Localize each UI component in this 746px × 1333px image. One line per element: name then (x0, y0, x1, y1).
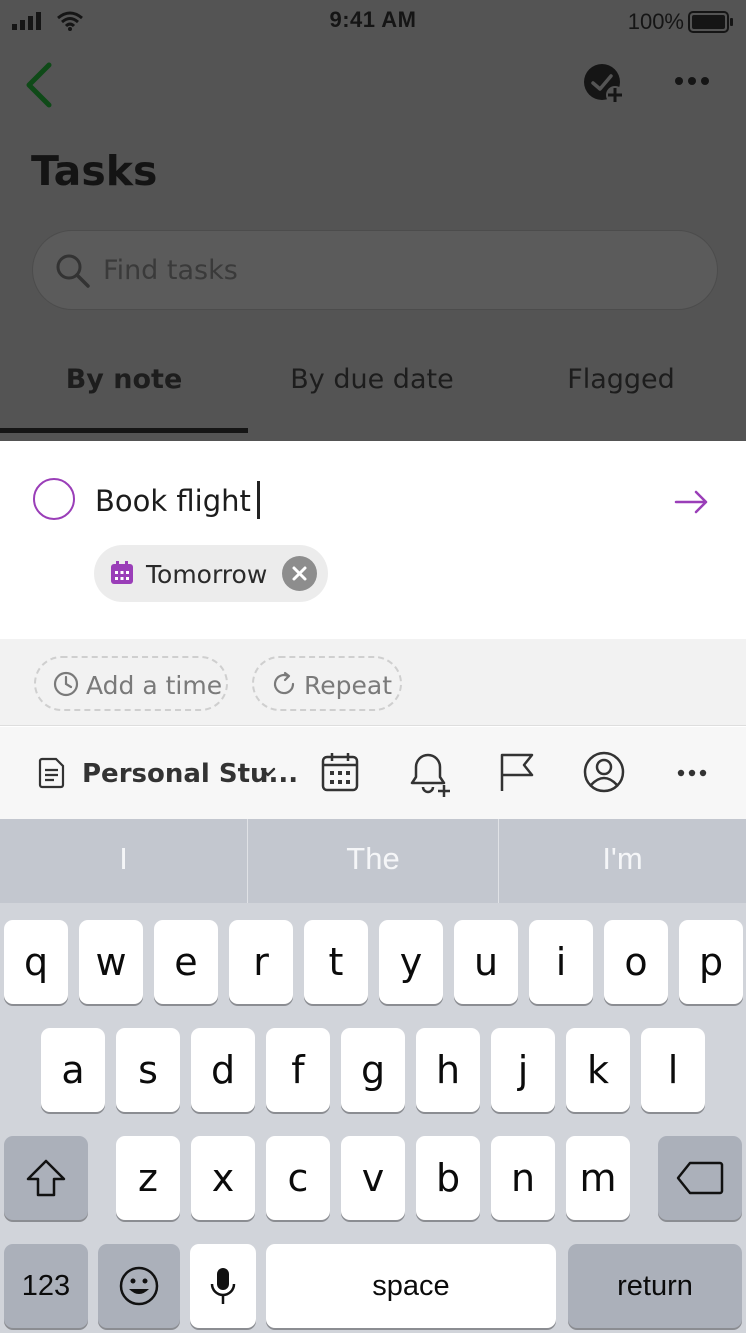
text-cursor (256, 481, 260, 519)
key-m[interactable]: m (566, 1136, 630, 1220)
calendar-icon (111, 561, 133, 584)
emoji-icon (119, 1266, 159, 1306)
key-u[interactable]: u (454, 920, 518, 1004)
status-bar: 9:41 AM 100% (0, 0, 746, 44)
return-key[interactable]: return (568, 1244, 742, 1328)
space-key[interactable]: space (266, 1244, 556, 1328)
shift-key[interactable] (4, 1136, 88, 1220)
tab-flagged[interactable]: Flagged (496, 364, 746, 395)
active-tab-indicator (0, 428, 248, 433)
check-circle-add-icon[interactable] (582, 62, 626, 106)
key-l[interactable]: l (641, 1028, 705, 1112)
microphone-icon (210, 1268, 236, 1304)
key-e[interactable]: e (154, 920, 218, 1004)
key-h[interactable]: h (416, 1028, 480, 1112)
key-a[interactable]: a (41, 1028, 105, 1112)
key-x[interactable]: x (191, 1136, 255, 1220)
battery-icon (688, 11, 733, 33)
tab-bar: By note By due date Flagged (0, 340, 746, 441)
calendar-icon[interactable] (321, 751, 359, 793)
backspace-icon (676, 1161, 724, 1195)
delete-key[interactable] (658, 1136, 742, 1220)
key-v[interactable]: v (341, 1136, 405, 1220)
search-input[interactable]: Find tasks (103, 255, 238, 286)
suggestion-2[interactable]: The (248, 841, 498, 877)
new-task-editor: Book flight Tomorrow (0, 441, 746, 639)
suggestion-1[interactable]: I (0, 841, 247, 877)
assign-person-icon[interactable] (583, 751, 625, 793)
key-j[interactable]: j (491, 1028, 555, 1112)
key-i[interactable]: i (529, 920, 593, 1004)
key-g[interactable]: g (341, 1028, 405, 1112)
add-time-button[interactable]: Add a time (34, 656, 228, 711)
key-y[interactable]: y (379, 920, 443, 1004)
task-options-row: Add a time Repeat (0, 639, 746, 726)
background-app-overlay[interactable]: 9:41 AM 100% Tasks Find tasks By note By… (0, 0, 746, 441)
key-t[interactable]: t (304, 920, 368, 1004)
more-horizontal-icon[interactable] (677, 769, 707, 777)
shift-icon (26, 1159, 66, 1197)
repeat-button[interactable]: Repeat (252, 656, 402, 711)
key-w[interactable]: w (79, 920, 143, 1004)
key-p[interactable]: p (679, 920, 743, 1004)
page-title: Tasks (31, 147, 158, 195)
task-complete-checkbox[interactable] (33, 478, 75, 520)
battery-percentage: 100% (627, 9, 684, 34)
suggestion-3[interactable]: I'm (499, 841, 746, 877)
more-horizontal-icon[interactable] (674, 76, 710, 86)
tab-by-due-date[interactable]: By due date (248, 364, 496, 395)
key-s[interactable]: s (116, 1028, 180, 1112)
chevron-left-icon[interactable] (24, 62, 54, 108)
repeat-icon (273, 671, 295, 695)
key-k[interactable]: k (566, 1028, 630, 1112)
keyboard: I The I'm q w e r t y u i o p a s d f g … (0, 819, 746, 1333)
search-bar[interactable]: Find tasks (32, 230, 718, 310)
task-title-input[interactable]: Book flight (95, 481, 260, 519)
numbers-key[interactable]: 123 (4, 1244, 88, 1328)
key-b[interactable]: b (416, 1136, 480, 1220)
key-q[interactable]: q (4, 920, 68, 1004)
task-title-value: Book flight (95, 484, 251, 518)
task-toolbar: Personal Stu... (0, 727, 746, 819)
key-d[interactable]: d (191, 1028, 255, 1112)
add-time-label: Add a time (86, 671, 223, 700)
predictive-text-bar: I The I'm (0, 819, 746, 903)
dictation-key[interactable] (190, 1244, 256, 1328)
search-icon (56, 254, 90, 288)
repeat-label: Repeat (304, 671, 393, 700)
flag-icon[interactable] (498, 751, 536, 793)
chevron-down-icon[interactable] (260, 767, 276, 777)
key-n[interactable]: n (491, 1136, 555, 1220)
close-icon (292, 566, 307, 581)
emoji-key[interactable] (98, 1244, 180, 1328)
due-date-chip[interactable]: Tomorrow (94, 545, 328, 602)
due-date-label: Tomorrow (146, 560, 268, 589)
reminder-bell-icon[interactable] (409, 751, 453, 797)
note-icon[interactable] (38, 757, 66, 789)
key-o[interactable]: o (604, 920, 668, 1004)
key-z[interactable]: z (116, 1136, 180, 1220)
key-c[interactable]: c (266, 1136, 330, 1220)
key-r[interactable]: r (229, 920, 293, 1004)
tab-by-note[interactable]: By note (0, 364, 248, 395)
arrow-right-icon[interactable] (674, 489, 710, 515)
clock-icon (53, 671, 79, 697)
clear-due-date-button[interactable] (282, 556, 317, 591)
key-f[interactable]: f (266, 1028, 330, 1112)
